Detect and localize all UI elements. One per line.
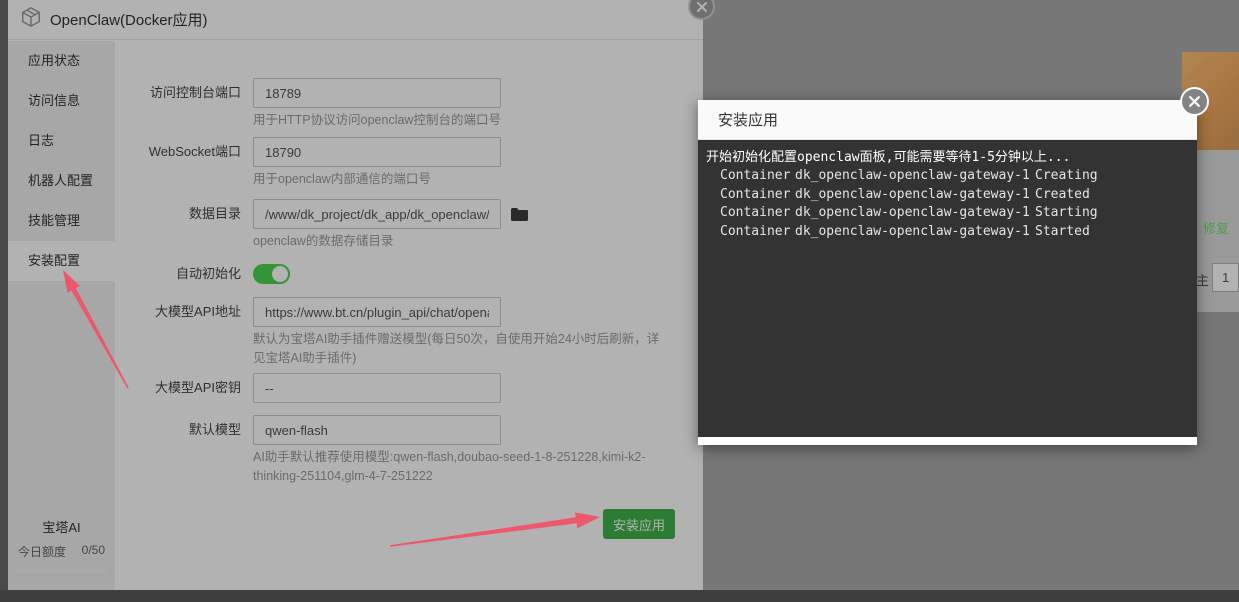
install-progress-modal: 安装应用 开始初始化配置openclaw面板,可能需要等待1-5分钟以上... … bbox=[698, 100, 1197, 445]
terminal-row: Container dk_openclaw-openclaw-gateway-1… bbox=[706, 167, 1197, 186]
install-modal-footer bbox=[698, 437, 1197, 445]
install-terminal-output: 开始初始化配置openclaw面板,可能需要等待1-5分钟以上... Conta… bbox=[698, 140, 1197, 437]
terminal-row: Container dk_openclaw-openclaw-gateway-1… bbox=[706, 204, 1197, 223]
install-modal-title: 安装应用 bbox=[718, 109, 778, 130]
terminal-row: Container dk_openclaw-openclaw-gateway-1… bbox=[706, 223, 1197, 242]
close-install-modal-button[interactable] bbox=[1180, 87, 1209, 116]
terminal-row: Container dk_openclaw-openclaw-gateway-1… bbox=[706, 186, 1197, 205]
terminal-intro-line: 开始初始化配置openclaw面板,可能需要等待1-5分钟以上... bbox=[706, 148, 1197, 167]
install-modal-header: 安装应用 bbox=[698, 100, 1197, 140]
